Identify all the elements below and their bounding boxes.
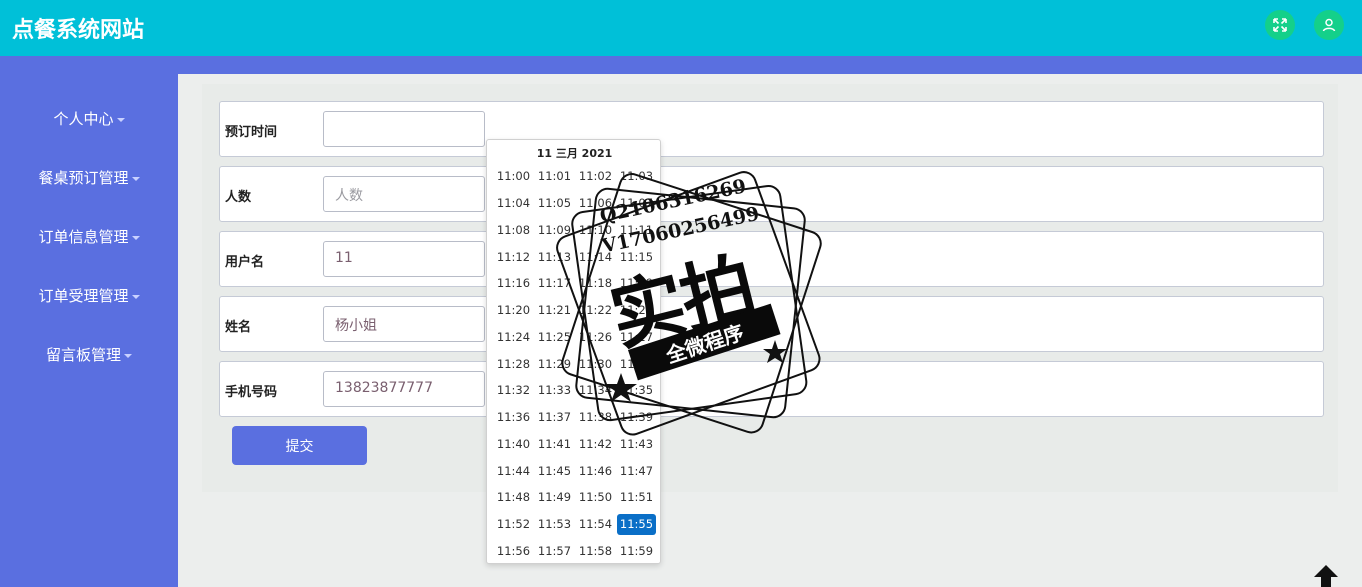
phone-input[interactable]: 13823877777: [323, 371, 485, 407]
sidebar-item-label: 留言板管理: [45, 346, 121, 364]
sidebar: 个人中心 餐桌预订管理 订单信息管理 订单受理管理 留言板管理: [0, 74, 178, 587]
time-option[interactable]: 11:41: [534, 431, 575, 458]
time-option[interactable]: 11:00: [493, 163, 534, 190]
sidebar-item-personal-center[interactable]: 个人中心: [0, 108, 178, 129]
name-input[interactable]: 杨小姐: [323, 306, 485, 342]
time-option[interactable]: 11:43: [616, 431, 657, 458]
time-option[interactable]: 11:04: [493, 190, 534, 217]
time-option[interactable]: 11:49: [534, 484, 575, 511]
time-option[interactable]: 11:47: [616, 457, 657, 484]
time-option[interactable]: 11:16: [493, 270, 534, 297]
sidebar-item-label: 个人中心: [53, 110, 114, 128]
app-title: 点餐系统网站: [12, 18, 145, 43]
caret-down-icon: [131, 294, 140, 299]
time-option[interactable]: 11:48: [493, 484, 534, 511]
time-option[interactable]: 11:56: [493, 538, 534, 565]
time-option[interactable]: 11:40: [493, 431, 534, 458]
time-option[interactable]: 11:46: [575, 457, 616, 484]
time-option[interactable]: 11:38: [575, 404, 616, 431]
field-label: 人数: [225, 190, 252, 205]
form-row-username: 用户名 11: [219, 231, 1324, 287]
time-option[interactable]: 11:08: [493, 217, 534, 244]
time-option[interactable]: 11:12: [493, 243, 534, 270]
picker-date-header: 11 三月 2021: [536, 147, 613, 160]
time-option[interactable]: 11:59: [616, 538, 657, 565]
back-to-top-icon[interactable]: [1310, 563, 1342, 587]
time-option[interactable]: 11:54: [575, 511, 616, 538]
caret-down-icon: [131, 176, 140, 181]
time-option[interactable]: 11:42: [575, 431, 616, 458]
sidebar-item-label: 订单受理管理: [38, 287, 129, 305]
time-option[interactable]: 11:53: [534, 511, 575, 538]
time-option[interactable]: 11:32: [493, 377, 534, 404]
time-option[interactable]: 11:13: [534, 243, 575, 270]
top-bar: 点餐系统网站: [0, 0, 1362, 56]
time-option[interactable]: 11:36: [493, 404, 534, 431]
field-label: 用户名: [225, 255, 265, 270]
time-option[interactable]: 11:34: [575, 377, 616, 404]
time-option[interactable]: 11:58: [575, 538, 616, 565]
time-option[interactable]: 11:52: [493, 511, 534, 538]
time-option[interactable]: 11:50: [575, 484, 616, 511]
caret-down-icon: [116, 117, 125, 122]
sidebar-item-label: 餐桌预订管理: [38, 169, 129, 187]
header-stripe: [0, 56, 1362, 74]
time-option[interactable]: 11:45: [534, 457, 575, 484]
party-size-input[interactable]: 人数: [323, 176, 485, 212]
user-button[interactable]: [1314, 10, 1344, 40]
field-label: 手机号码: [225, 385, 278, 400]
time-option[interactable]: 11:01: [534, 163, 575, 190]
caret-down-icon: [124, 353, 132, 358]
time-option[interactable]: 11:33: [534, 377, 575, 404]
sidebar-item-message-board[interactable]: 留言板管理: [0, 344, 178, 365]
time-option[interactable]: 11:29: [534, 350, 575, 377]
form-row-reservation-time: 预订时间: [219, 101, 1324, 157]
time-option[interactable]: 11:02: [575, 163, 616, 190]
time-option[interactable]: 11:57: [534, 538, 575, 565]
username-input[interactable]: 11: [323, 241, 485, 277]
field-label: 预订时间: [225, 125, 278, 140]
time-option[interactable]: 11:09: [534, 217, 575, 244]
time-option-selected[interactable]: 11:55: [617, 513, 656, 535]
time-option[interactable]: 11:39: [616, 404, 657, 431]
caret-down-icon: [131, 235, 140, 240]
time-option[interactable]: 11:35: [616, 377, 657, 404]
user-icon: [1322, 18, 1336, 32]
expand-icon: [1273, 18, 1287, 32]
time-option[interactable]: 11:30: [575, 350, 616, 377]
time-option[interactable]: 11:28: [493, 350, 534, 377]
sidebar-item-order-info[interactable]: 订单信息管理: [0, 226, 178, 247]
time-option[interactable]: 11:24: [493, 324, 534, 351]
time-option[interactable]: 11:03: [616, 163, 657, 190]
reservation-time-input[interactable]: [323, 111, 485, 147]
time-option[interactable]: 11:44: [493, 457, 534, 484]
time-option[interactable]: 11:25: [534, 324, 575, 351]
sidebar-item-table-reservation[interactable]: 餐桌预订管理: [0, 167, 178, 188]
time-option[interactable]: 11:51: [616, 484, 657, 511]
fullscreen-button[interactable]: [1265, 10, 1295, 40]
time-option[interactable]: 11:17: [534, 270, 575, 297]
submit-button[interactable]: 提交: [232, 426, 367, 465]
field-label: 姓名: [225, 320, 252, 335]
time-option[interactable]: 11:20: [493, 297, 534, 324]
form-row-phone: 手机号码 13823877777: [219, 361, 1324, 417]
time-option[interactable]: 11:21: [534, 297, 575, 324]
time-option[interactable]: 11:37: [534, 404, 575, 431]
sidebar-item-order-acceptance[interactable]: 订单受理管理: [0, 285, 178, 306]
sidebar-item-label: 订单信息管理: [38, 228, 129, 246]
time-option[interactable]: 11:05: [534, 190, 575, 217]
time-option[interactable]: 11:26: [575, 324, 616, 351]
form-row-party-size: 人数 人数: [219, 166, 1324, 222]
